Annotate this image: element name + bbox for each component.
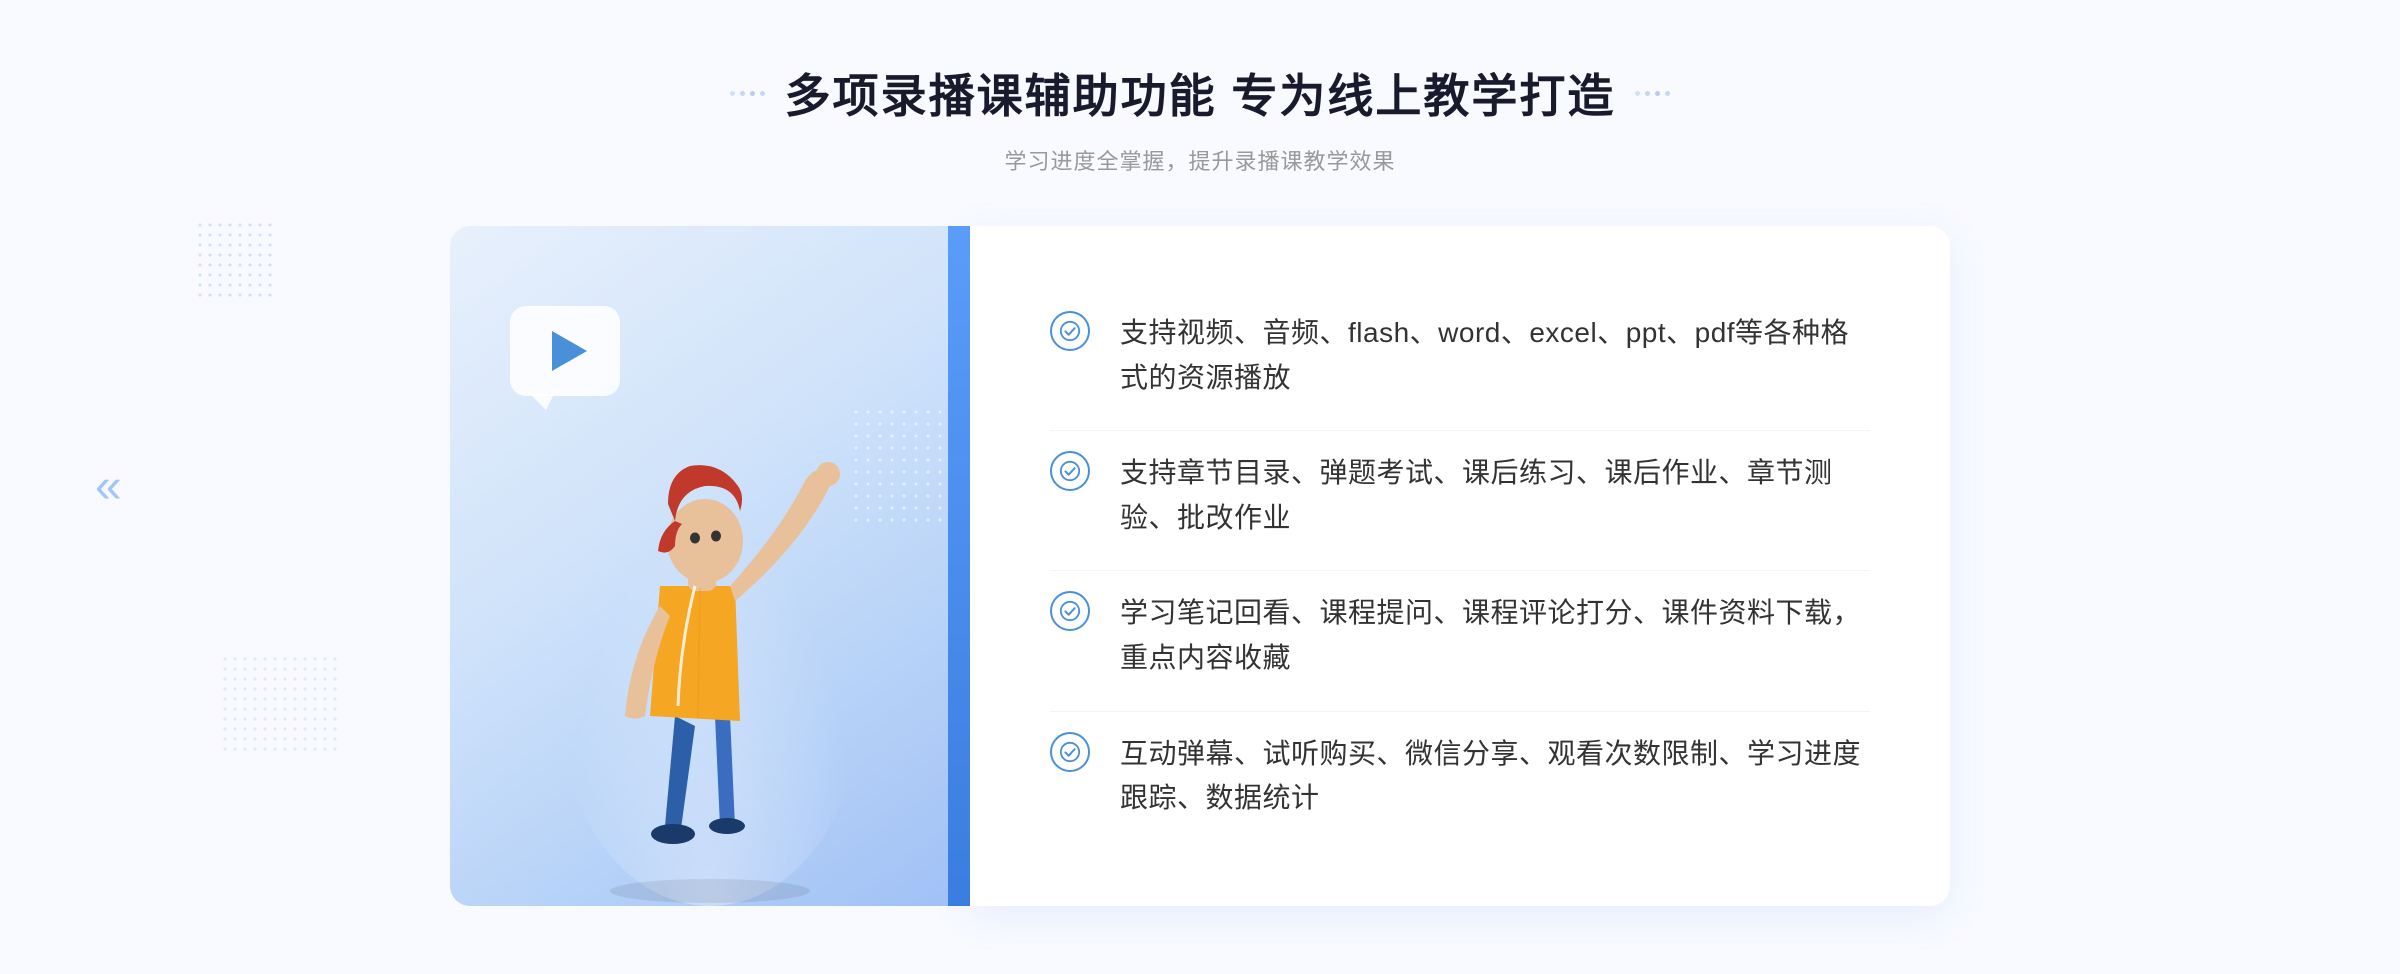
title-decorator-right xyxy=(1635,91,1670,96)
feature-text-1: 支持视频、音频、flash、word、excel、ppt、pdf等各种格式的资源… xyxy=(1120,311,1870,401)
page-container: « 多项录播课辅助功能 专为线上教学打造 学习进度全掌握，提升录播课教学效果 xyxy=(0,0,2400,974)
connector-bar xyxy=(948,226,970,906)
check-icon-2 xyxy=(1050,451,1090,491)
check-icon-3 xyxy=(1050,591,1090,631)
illustration-panel xyxy=(450,226,970,906)
dots-decoration-left xyxy=(195,220,275,300)
feature-text-3: 学习笔记回看、课程提问、课程评论打分、课件资料下载，重点内容收藏 xyxy=(1120,591,1870,681)
dots-decoration-bottom-left xyxy=(220,654,340,754)
chevron-left-decoration: « xyxy=(95,463,122,511)
title-row: 多项录播课辅助功能 专为线上教学打造 xyxy=(730,60,1671,126)
feature-item-3: 学习笔记回看、课程提问、课程评论打分、课件资料下载，重点内容收藏 xyxy=(1050,570,1870,701)
person-illustration xyxy=(520,346,900,906)
check-icon-1 xyxy=(1050,311,1090,351)
figure-container xyxy=(450,346,970,906)
header-section: 多项录播课辅助功能 专为线上教学打造 学习进度全掌握，提升录播课教学效果 xyxy=(730,60,1671,176)
subtitle: 学习进度全掌握，提升录播课教学效果 xyxy=(730,144,1671,176)
check-icon-4 xyxy=(1050,732,1090,772)
features-panel: 支持视频、音频、flash、word、excel、ppt、pdf等各种格式的资源… xyxy=(970,226,1950,906)
feature-item-4: 互动弹幕、试听购买、微信分享、观看次数限制、学习进度跟踪、数据统计 xyxy=(1050,711,1870,842)
main-title: 多项录播课辅助功能 专为线上教学打造 xyxy=(785,60,1616,126)
feature-text-4: 互动弹幕、试听购买、微信分享、观看次数限制、学习进度跟踪、数据统计 xyxy=(1120,732,1870,822)
feature-item-1: 支持视频、音频、flash、word、excel、ppt、pdf等各种格式的资源… xyxy=(1050,291,1870,421)
title-decorator-left xyxy=(730,91,765,96)
main-content: 支持视频、音频、flash、word、excel、ppt、pdf等各种格式的资源… xyxy=(450,226,1950,906)
feature-text-2: 支持章节目录、弹题考试、课后练习、课后作业、章节测验、批改作业 xyxy=(1120,451,1870,541)
feature-item-2: 支持章节目录、弹题考试、课后练习、课后作业、章节测验、批改作业 xyxy=(1050,430,1870,561)
